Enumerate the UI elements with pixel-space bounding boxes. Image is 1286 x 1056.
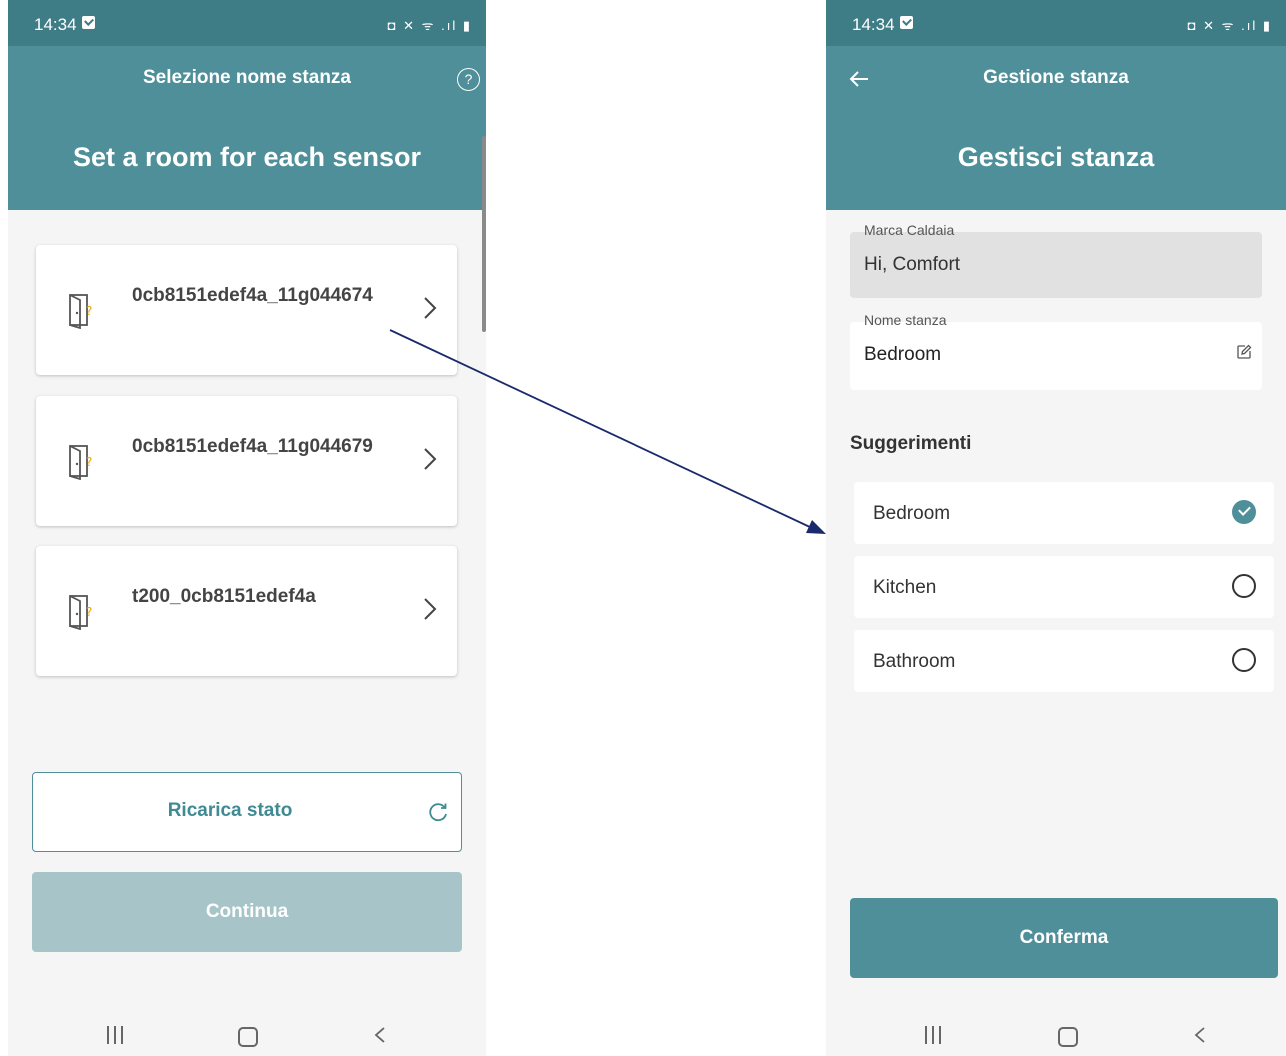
chevron-right-icon bbox=[424, 297, 437, 319]
back-nav-icon[interactable] bbox=[372, 1026, 388, 1044]
phone-screen-room-management: 14:34 ◘ ✕ ᯤ .ıl ▮ Gestione stanza Gestis… bbox=[826, 0, 1286, 1056]
boiler-brand-field: Marca Caldaia Hi, Comfort bbox=[850, 222, 1262, 298]
boiler-brand-value: Hi, Comfort bbox=[864, 254, 961, 275]
refresh-icon bbox=[429, 803, 447, 822]
sensor-card[interactable]: ? 0cb8151edef4a_11g044679 bbox=[36, 396, 457, 526]
svg-text:?: ? bbox=[86, 605, 92, 619]
recent-apps-icon[interactable] bbox=[106, 1026, 124, 1044]
room-name-value[interactable]: Bedroom bbox=[864, 344, 941, 366]
continue-label: Continua bbox=[205, 901, 289, 922]
svg-text:?: ? bbox=[86, 304, 92, 318]
back-nav-icon[interactable] bbox=[1192, 1026, 1208, 1044]
sensor-name: t200_0cb8151edef4a bbox=[132, 586, 316, 607]
suggestion-label: Bathroom bbox=[873, 651, 956, 672]
phone-screen-room-selection: 14:34 ◘ ✕ ᯤ .ıl ▮ Selezione nome stanza … bbox=[8, 0, 486, 1056]
suggestion-option-bedroom[interactable]: Bedroom bbox=[854, 482, 1274, 544]
suggestions-title: Suggerimenti bbox=[850, 433, 972, 454]
system-nav-bar bbox=[826, 1010, 1286, 1056]
help-icon[interactable]: ? bbox=[457, 68, 480, 91]
room-name-label: Nome stanza bbox=[864, 312, 947, 328]
door-question-icon: ? bbox=[69, 595, 92, 630]
status-time: 14:34 bbox=[852, 15, 895, 34]
status-bar: 14:34 ◘ ✕ ᯤ .ıl ▮ bbox=[826, 0, 1286, 46]
status-icons: ◘ ✕ ᯤ .ıl ▮ bbox=[387, 18, 472, 33]
home-icon[interactable] bbox=[1058, 1027, 1078, 1047]
recent-apps-icon[interactable] bbox=[924, 1026, 942, 1044]
status-bar: 14:34 ◘ ✕ ᯤ .ıl ▮ bbox=[8, 0, 486, 46]
app-header: Gestione stanza Gestisci stanza bbox=[826, 46, 1286, 210]
suggestion-option-bathroom[interactable]: Bathroom bbox=[854, 630, 1274, 692]
reload-status-label: Ricarica stato bbox=[167, 800, 293, 821]
room-name-field[interactable]: Nome stanza Bedroom bbox=[850, 312, 1262, 390]
confirm-button[interactable]: Conferma bbox=[850, 898, 1278, 978]
svg-text:?: ? bbox=[86, 455, 92, 469]
confirm-label: Conferma bbox=[1019, 927, 1109, 948]
suggestion-label: Kitchen bbox=[873, 577, 937, 598]
sensor-name: 0cb8151edef4a_11g044679 bbox=[132, 436, 373, 457]
edit-icon[interactable] bbox=[1236, 344, 1252, 360]
suggestion-option-kitchen[interactable]: Kitchen bbox=[854, 556, 1274, 618]
sensor-card[interactable]: ? t200_0cb8151edef4a bbox=[36, 546, 457, 676]
status-time: 14:34 bbox=[34, 15, 77, 34]
system-nav-bar bbox=[8, 1010, 486, 1056]
radio-checked-icon[interactable] bbox=[1232, 500, 1256, 524]
radio-unchecked-icon[interactable] bbox=[1232, 648, 1256, 672]
page-heading: Gestisci stanza bbox=[957, 142, 1155, 172]
page-heading: Set a room for each sensor bbox=[72, 142, 422, 172]
suggestion-label: Bedroom bbox=[873, 503, 951, 524]
reload-status-button[interactable]: Ricarica stato bbox=[32, 772, 462, 852]
header-title: Gestione stanza bbox=[983, 67, 1129, 88]
scrollbar[interactable] bbox=[482, 136, 486, 332]
status-icons: ◘ ✕ ᯤ .ıl ▮ bbox=[1187, 18, 1272, 33]
door-question-icon: ? bbox=[69, 294, 92, 329]
chevron-right-icon bbox=[424, 598, 437, 620]
app-header: Selezione nome stanza ? Set a room for e… bbox=[8, 46, 486, 210]
continue-button[interactable]: Continua bbox=[32, 872, 462, 952]
notification-check-icon bbox=[900, 16, 913, 29]
sensor-name: 0cb8151edef4a_11g044674 bbox=[132, 285, 373, 306]
header-title: Selezione nome stanza bbox=[142, 67, 351, 88]
home-icon[interactable] bbox=[238, 1027, 258, 1047]
notification-check-icon bbox=[82, 16, 95, 29]
chevron-right-icon bbox=[424, 448, 437, 470]
radio-unchecked-icon[interactable] bbox=[1232, 574, 1256, 598]
boiler-brand-label: Marca Caldaia bbox=[864, 222, 955, 238]
sensor-card[interactable]: ? 0cb8151edef4a_11g044674 bbox=[36, 245, 457, 375]
door-question-icon: ? bbox=[69, 445, 92, 480]
